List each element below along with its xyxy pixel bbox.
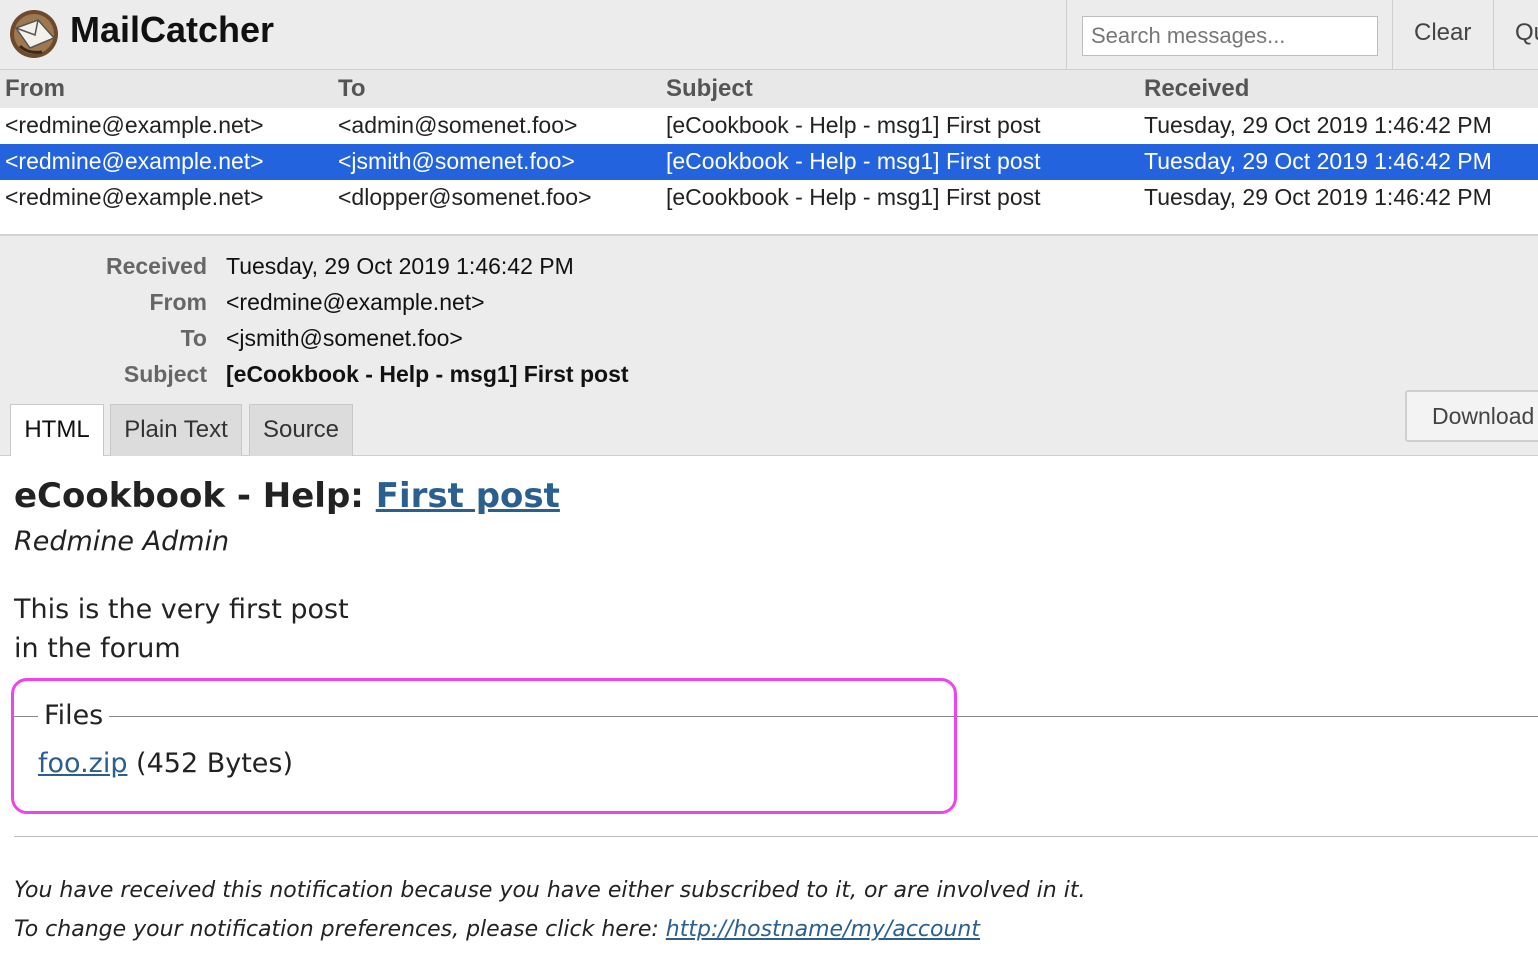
message-from: <redmine@example.net> (5, 112, 264, 138)
message-received: Tuesday, 29 Oct 2019 1:46:42 PM (1144, 112, 1492, 138)
column-header-to[interactable]: To (338, 75, 366, 103)
to-value: <jsmith@somenet.foo> (226, 325, 463, 351)
column-header-from[interactable]: From (5, 75, 65, 103)
message-to: <jsmith@somenet.foo> (338, 148, 575, 174)
from-label: From (149, 289, 208, 315)
app-header: MailCatcher Clear Qu (0, 0, 1538, 70)
notification-footer-line: To change your notification preferences,… (14, 917, 980, 942)
message-row[interactable]: <redmine@example.net> <admin@somenet.foo… (0, 108, 1538, 144)
notification-footer-line: You have received this notification beca… (14, 878, 1086, 903)
quit-button[interactable]: Qu (1515, 0, 1538, 69)
app-title: MailCatcher (70, 9, 275, 50)
post-text-line: in the forum (14, 633, 181, 664)
subject-label: Subject (123, 361, 207, 387)
column-header-received[interactable]: Received (1144, 75, 1249, 103)
search-input[interactable] (1082, 16, 1378, 56)
message-list: From To Subject Received <redmine@exampl… (0, 70, 1538, 236)
header-divider (1066, 0, 1067, 69)
tab-html[interactable]: HTML (10, 404, 104, 457)
email-title-prefix: eCookbook - Help: (14, 476, 376, 516)
column-header-subject[interactable]: Subject (666, 75, 753, 103)
received-label: Received (105, 253, 207, 279)
message-row-selected[interactable]: <redmine@example.net> <jsmith@somenet.fo… (0, 144, 1538, 180)
message-subject: [eCookbook - Help - msg1] First post (666, 112, 1041, 138)
divider (14, 836, 1538, 837)
message-row[interactable]: <redmine@example.net> <dlopper@somenet.f… (0, 180, 1538, 216)
tab-plain-text[interactable]: Plain Text (110, 404, 242, 456)
message-subject: [eCookbook - Help - msg1] First post (666, 184, 1041, 210)
to-label: To (180, 325, 207, 351)
message-received: Tuesday, 29 Oct 2019 1:46:42 PM (1144, 184, 1492, 210)
clear-button[interactable]: Clear (1414, 0, 1471, 69)
message-received: Tuesday, 29 Oct 2019 1:46:42 PM (1144, 148, 1492, 174)
message-from: <redmine@example.net> (5, 148, 264, 174)
first-post-link[interactable]: First post (376, 476, 560, 516)
account-link[interactable]: http://hostname/my/account (666, 917, 980, 942)
download-button[interactable]: Download (1405, 390, 1538, 442)
email-title: eCookbook - Help: First post (14, 476, 560, 516)
header-divider (1392, 0, 1393, 69)
tab-source[interactable]: Source (249, 404, 353, 456)
message-to: <dlopper@somenet.foo> (338, 184, 592, 210)
mailcatcher-logo-icon (10, 10, 58, 58)
message-from: <redmine@example.net> (5, 184, 264, 210)
author-name: Redmine Admin (14, 526, 230, 557)
message-body: eCookbook - Help: First post Redmine Adm… (0, 456, 1538, 964)
message-subject: [eCookbook - Help - msg1] First post (666, 148, 1041, 174)
message-list-header: From To Subject Received (0, 70, 1538, 108)
from-value: <redmine@example.net> (226, 289, 485, 315)
message-details: Received Tuesday, 29 Oct 2019 1:46:42 PM… (0, 236, 1538, 457)
header-divider (1493, 0, 1494, 69)
subject-value: [eCookbook - Help - msg1] First post (226, 361, 629, 387)
message-to: <admin@somenet.foo> (338, 112, 578, 138)
highlight-annotation (11, 678, 957, 814)
post-text-line: This is the very first post (14, 594, 349, 625)
received-value: Tuesday, 29 Oct 2019 1:46:42 PM (226, 253, 574, 279)
preferences-text: To change your notification preferences,… (14, 917, 666, 942)
